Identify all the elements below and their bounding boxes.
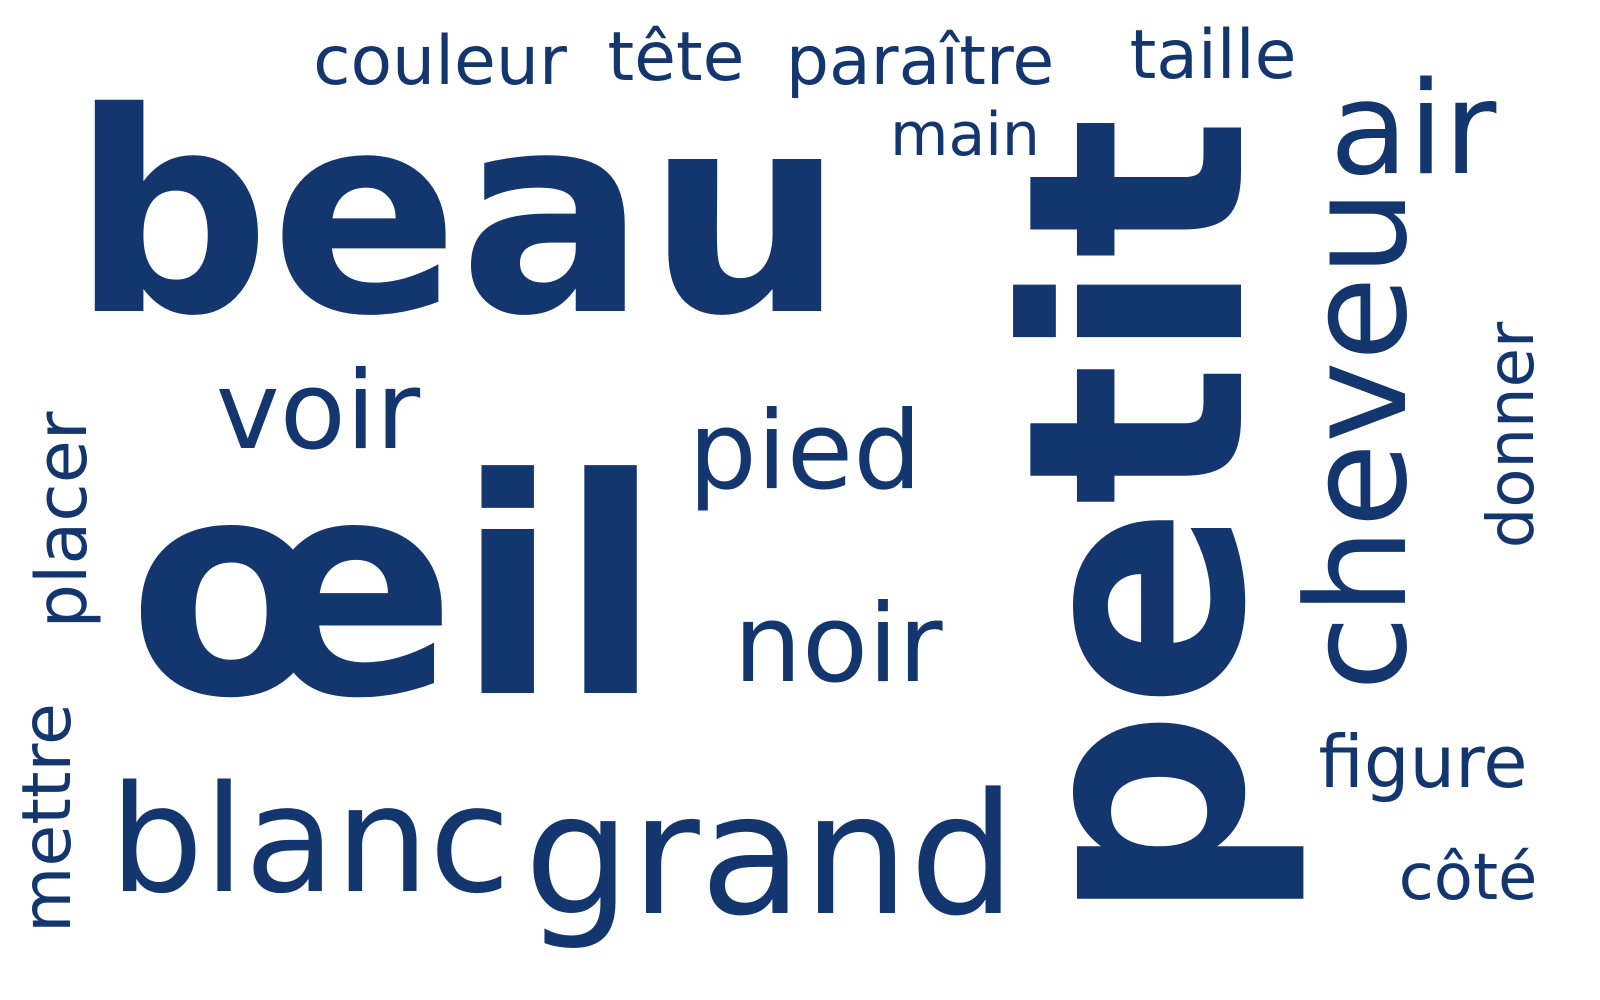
- word-paraitre: paraître: [785, 22, 1055, 101]
- word-air: air: [1329, 55, 1497, 204]
- word-placer: placer: [21, 411, 103, 629]
- word-voir: voir: [215, 349, 421, 474]
- word-donner: donner: [1475, 321, 1549, 549]
- word-cloud: beau œil petit grand blanc voir pied noi…: [0, 0, 1600, 1000]
- word-petit: petit: [963, 116, 1312, 924]
- word-taille: taille: [1129, 16, 1297, 95]
- word-beau: beau: [71, 53, 845, 377]
- word-pied: pied: [688, 389, 922, 514]
- word-cheveu: cheveu: [1277, 188, 1438, 692]
- word-grand: grand: [524, 757, 1016, 953]
- word-blanc: blanc: [109, 754, 511, 926]
- word-couleur: couleur: [313, 22, 567, 101]
- word-oeil: œil: [128, 415, 662, 764]
- word-mettre: mettre: [8, 703, 87, 933]
- word-main: main: [890, 100, 1040, 170]
- word-figure: figure: [1318, 720, 1528, 804]
- word-noir: noir: [733, 582, 943, 707]
- word-tete: tête: [607, 18, 745, 97]
- word-cote: côté: [1398, 841, 1538, 915]
